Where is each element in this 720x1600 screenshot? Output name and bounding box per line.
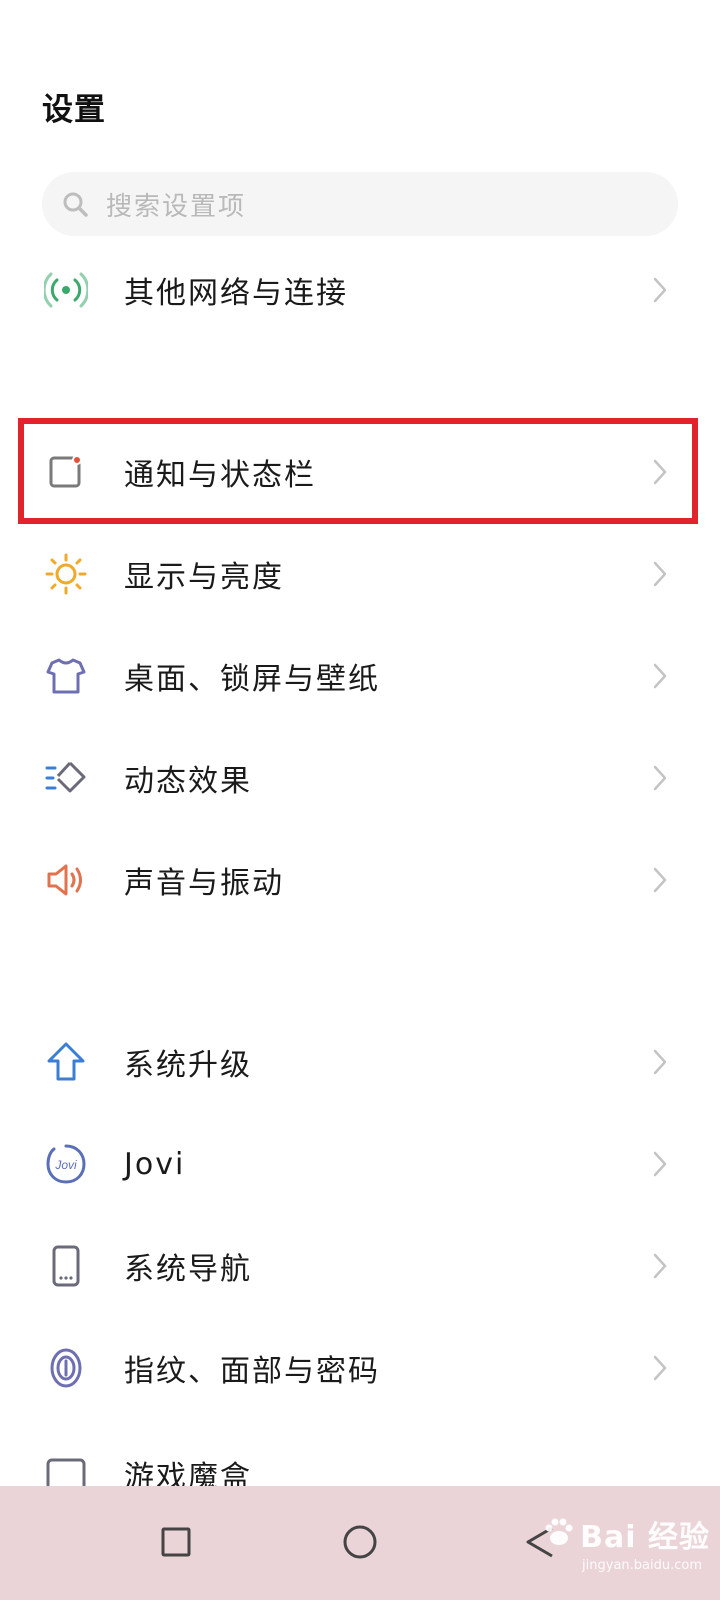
settings-item-label: 通知与状态栏 <box>124 458 316 493</box>
settings-item-notifications[interactable]: 通知与状态栏 <box>0 424 720 520</box>
settings-item-label: 系统升级 <box>124 1048 252 1083</box>
settings-item-sound[interactable]: 声音与振动 <box>0 832 720 928</box>
sound-icon <box>44 858 88 902</box>
notification-icon <box>44 450 88 494</box>
network-icon <box>44 268 88 312</box>
upgrade-icon <box>44 1040 88 1084</box>
settings-item-jovi[interactable]: Jovi Jovi <box>0 1116 720 1212</box>
chevron-right-icon <box>650 457 670 487</box>
chevron-right-icon <box>650 1047 670 1077</box>
settings-item-upgrade[interactable]: 系统升级 <box>0 1014 720 1110</box>
settings-item-label: 系统导航 <box>124 1252 252 1287</box>
settings-item-label: 桌面、锁屏与壁纸 <box>124 662 380 697</box>
chevron-right-icon <box>650 1251 670 1281</box>
jovi-icon: Jovi <box>44 1142 88 1186</box>
paw-icon <box>542 1515 576 1553</box>
animation-icon <box>44 756 88 800</box>
watermark-text: Bai 经验 <box>580 1520 710 1555</box>
chevron-right-icon <box>650 1353 670 1383</box>
circle-icon[interactable] <box>332 1514 388 1570</box>
page-title: 设置 <box>42 92 106 128</box>
settings-item-navigation[interactable]: 系统导航 <box>0 1218 720 1314</box>
chevron-right-icon <box>650 1149 670 1179</box>
settings-item-security[interactable]: 指纹、面部与密码 <box>0 1320 720 1416</box>
game-icon <box>46 1458 86 1486</box>
settings-item-label: 声音与振动 <box>124 866 284 901</box>
chevron-right-icon <box>650 559 670 589</box>
chevron-right-icon <box>650 865 670 895</box>
search-icon <box>60 189 90 219</box>
svg-text:Jovi: Jovi <box>54 1158 77 1172</box>
fingerprint-icon <box>44 1346 88 1390</box>
settings-item-wallpaper[interactable]: 桌面、锁屏与壁纸 <box>0 628 720 724</box>
settings-item-animation[interactable]: 动态效果 <box>0 730 720 826</box>
brightness-icon <box>44 552 88 596</box>
settings-item-label: 其他网络与连接 <box>124 276 348 311</box>
search-placeholder: 搜索设置项 <box>106 191 247 222</box>
square-icon[interactable] <box>148 1514 204 1570</box>
phone-icon <box>44 1244 88 1288</box>
chevron-right-icon <box>650 275 670 305</box>
settings-item-label: 显示与亮度 <box>124 560 284 595</box>
chevron-right-icon <box>650 661 670 691</box>
watermark: Bai 经验 jingyan.baidu.com <box>542 1512 710 1573</box>
settings-item-label: 动态效果 <box>124 764 252 799</box>
chevron-right-icon <box>650 763 670 793</box>
wallpaper-icon <box>44 654 88 698</box>
settings-item-label: 游戏魔盒 <box>124 1460 252 1486</box>
search-input[interactable]: 搜索设置项 <box>42 172 678 236</box>
watermark-url: jingyan.baidu.com <box>582 1558 702 1573</box>
settings-item-display[interactable]: 显示与亮度 <box>0 526 720 622</box>
settings-screen: 设置 搜索设置项 其他网络与连接 通知与状态栏 显示与亮度 桌面、锁屏与壁纸 动… <box>0 0 720 1600</box>
settings-item-label: Jovi <box>124 1146 186 1182</box>
settings-item-label: 指纹、面部与密码 <box>124 1354 380 1389</box>
settings-item-network[interactable]: 其他网络与连接 <box>0 242 720 338</box>
settings-item-game[interactable]: 游戏魔盒 <box>0 1440 720 1486</box>
